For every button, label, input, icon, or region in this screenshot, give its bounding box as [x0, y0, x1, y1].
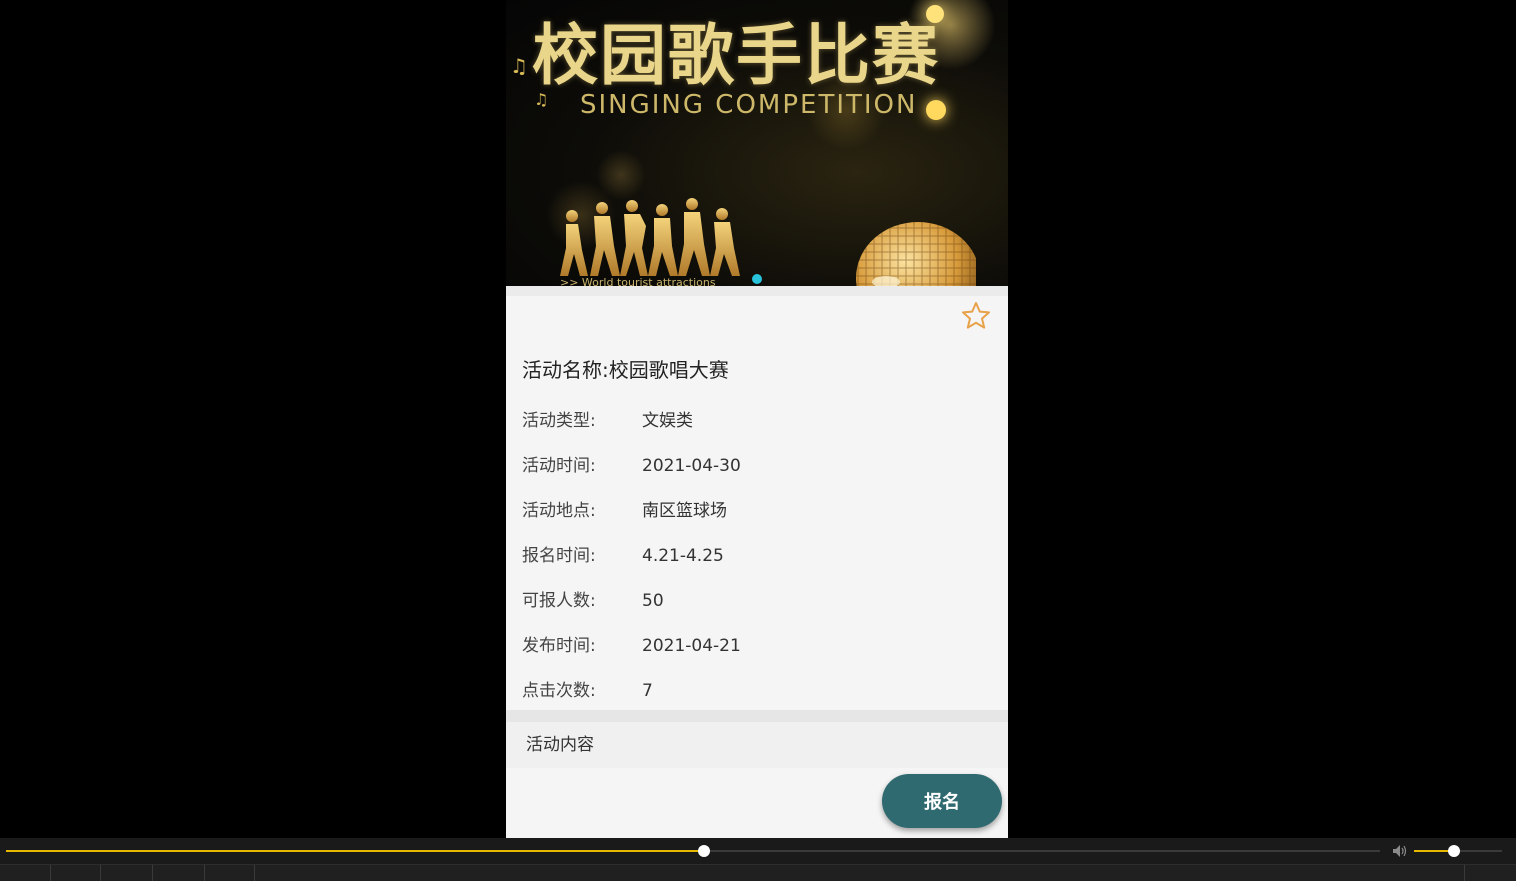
toolbar-cell[interactable] [50, 865, 101, 881]
activity-name-row: 活动名称:校园歌唱大赛 [522, 354, 729, 383]
banner-carousel[interactable]: ♫ ♫ 校园歌手比赛 SINGING COMPETITION >> World … [506, 0, 1008, 286]
volume-handle[interactable] [1447, 845, 1460, 857]
action-footer: 报名 [506, 768, 1008, 838]
field-label: 可报人数: [522, 591, 596, 611]
video-player-controls [0, 838, 1516, 881]
field-row: 可报人数: 50 [522, 586, 664, 611]
activity-name-label: 活动名称: [522, 358, 609, 382]
mobile-page: ♫ ♫ 校园歌手比赛 SINGING COMPETITION >> World … [506, 0, 1008, 838]
seek-progress [6, 850, 704, 852]
banner-title: 校园歌手比赛 [532, 16, 940, 94]
seek-bar[interactable] [6, 845, 1380, 857]
star-outline-icon[interactable] [960, 300, 992, 332]
field-label: 点击次数: [522, 681, 596, 701]
toolbar-cell[interactable] [1464, 865, 1465, 881]
bokeh-light [926, 100, 946, 120]
field-row: 活动地点: 南区篮球场 [522, 496, 727, 521]
field-label: 发布时间: [522, 636, 596, 656]
field-value: 南区篮球场 [642, 501, 727, 521]
microphone-icon [856, 222, 976, 286]
field-label: 报名时间: [522, 546, 596, 566]
toolbar-cell[interactable] [204, 865, 255, 881]
field-value: 7 [642, 681, 653, 701]
field-label: 活动地点: [522, 501, 596, 521]
toolbar-cell[interactable] [100, 865, 153, 881]
seek-handle[interactable] [697, 845, 710, 857]
field-row: 活动时间: 2021-04-30 [522, 451, 741, 476]
field-value: 50 [642, 591, 664, 611]
toolbar-cell[interactable] [0, 865, 51, 881]
banner-subtitle: SINGING COMPETITION [580, 90, 918, 120]
banner-caption: >> World tourist attractions [560, 276, 716, 286]
activity-name-value: 校园歌唱大赛 [608, 358, 729, 382]
field-value: 2021-04-21 [642, 636, 741, 656]
dancers-silhouette-icon [560, 198, 740, 276]
section-divider [506, 710, 1008, 722]
player-toolbar-strip [0, 864, 1516, 881]
activity-details: 活动名称:校园歌唱大赛 活动类型: 文娱类 活动时间: 2021-04-30 活动地… [506, 296, 1008, 710]
signup-button[interactable]: 报名 [882, 774, 1002, 828]
toolbar-cell[interactable] [152, 865, 205, 881]
content-heading: 活动内容 [506, 722, 1008, 768]
section-divider [506, 286, 1008, 296]
field-value: 文娱类 [642, 411, 693, 431]
field-row: 报名时间: 4.21-4.25 [522, 541, 724, 566]
music-note-icon: ♫ [510, 54, 528, 78]
carousel-indicator-dot[interactable] [752, 274, 762, 284]
field-row: 活动类型: 文娱类 [522, 406, 693, 431]
field-row: 发布时间: 2021-04-21 [522, 631, 741, 656]
volume-slider[interactable] [1414, 845, 1502, 857]
field-label: 活动类型: [522, 411, 596, 431]
field-value: 4.21-4.25 [642, 546, 724, 566]
field-label: 活动时间: [522, 456, 596, 476]
field-value: 2021-04-30 [642, 456, 741, 476]
field-row: 点击次数: 7 [522, 676, 653, 701]
speaker-icon[interactable] [1392, 844, 1408, 858]
video-stage: ♫ ♫ 校园歌手比赛 SINGING COMPETITION >> World … [0, 0, 1516, 838]
